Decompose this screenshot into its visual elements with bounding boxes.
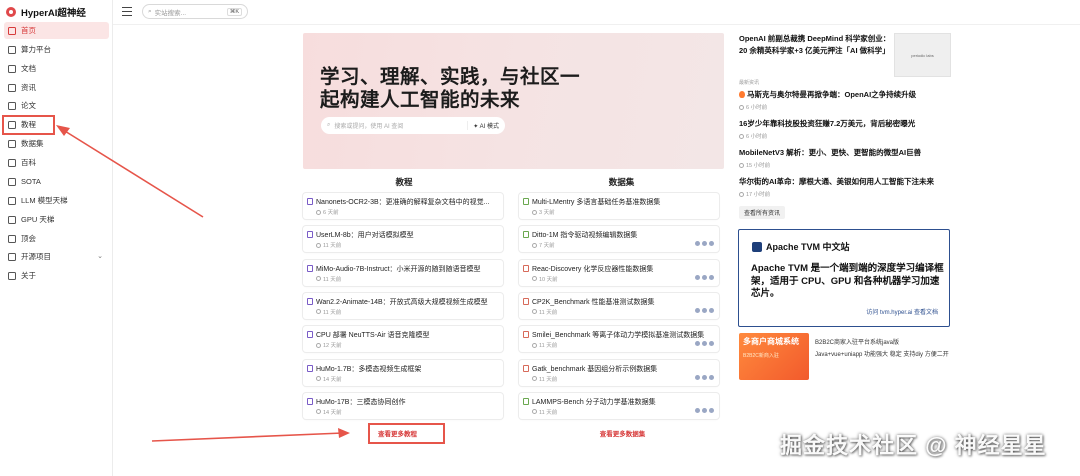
watermark: 掘金技术社区 @ 神经星星 (780, 433, 1047, 458)
annotation-arrow-up (56, 125, 204, 218)
annotation-arrows (56, 125, 350, 442)
annotation-arrow-right (151, 428, 350, 442)
